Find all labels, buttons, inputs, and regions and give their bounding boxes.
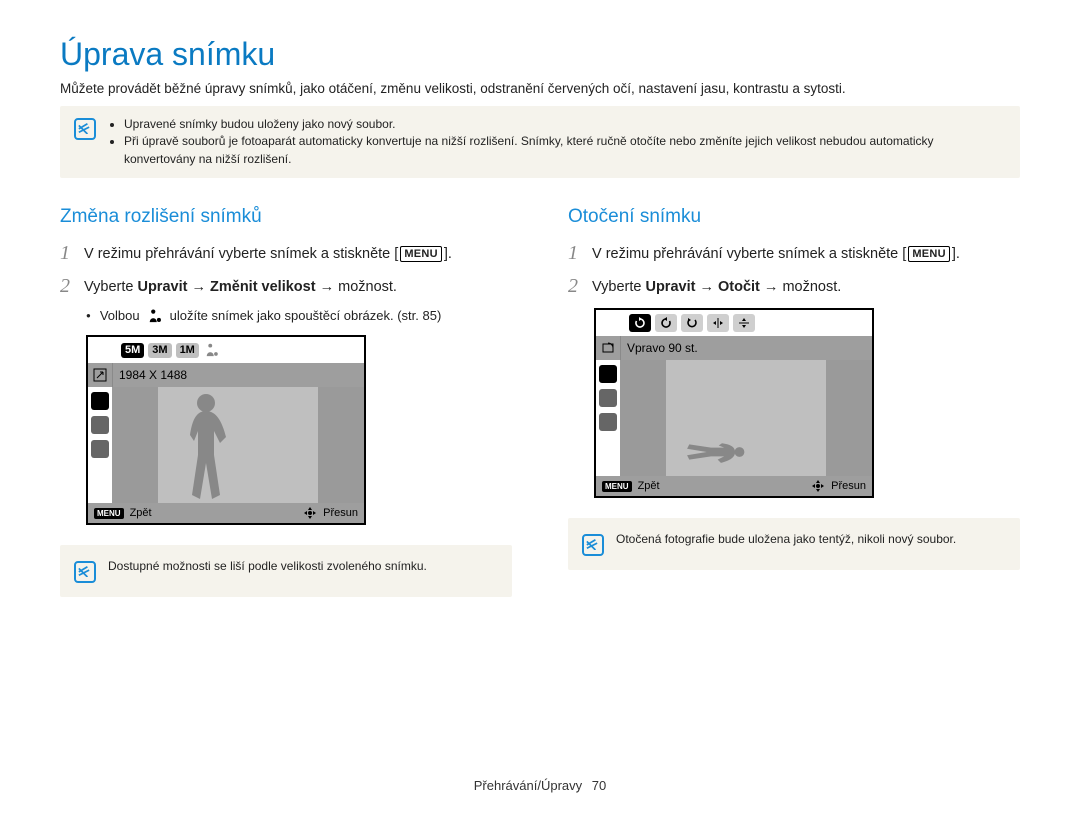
left-column: Změna rozlišení snímků 1 V režimu přehrá… <box>60 206 512 597</box>
mp-badge-3m: 3M <box>148 343 171 358</box>
menu-label-icon: MENU <box>602 481 632 492</box>
manual-page: Úprava snímku Můžete provádět běžné úpra… <box>0 0 1080 815</box>
sidebar-icon <box>91 392 109 410</box>
nav-icon <box>303 506 317 520</box>
sidebar-icon <box>599 365 617 383</box>
screen-top-row: 5M 3M 1M <box>88 337 364 363</box>
right-column: Otočení snímku 1 V režimu přehrávání vyb… <box>568 206 1020 597</box>
move-label: Přesun <box>323 507 358 519</box>
flip-vertical-icon <box>733 314 755 332</box>
rotate-mode-icon <box>596 336 620 360</box>
columns: Změna rozlišení snímků 1 V režimu přehrá… <box>60 206 1020 597</box>
screen-top-row <box>596 310 872 336</box>
sidebar-icon <box>599 413 617 431</box>
right-note-box: Otočená fotografie bude uložena jako ten… <box>568 518 1020 570</box>
screen-canvas <box>620 360 872 476</box>
step-number: 1 <box>568 242 582 265</box>
gray-zone <box>112 387 158 503</box>
sidebar-icon <box>599 389 617 407</box>
step-number: 1 <box>60 242 74 265</box>
camera-screen-rotate: Vpravo 90 st. <box>594 308 874 498</box>
screen-sidebar <box>596 360 620 476</box>
step-number: 2 <box>568 275 582 298</box>
step-2: 2 Vyberte Upravit → Otočit → možnost. <box>568 275 1020 298</box>
back-label: Zpět <box>130 507 152 519</box>
screen-sidebar <box>88 387 112 503</box>
mp-badge-1m: 1M <box>176 343 199 358</box>
rotate-180-icon <box>681 314 703 332</box>
gray-zone <box>620 360 666 476</box>
section-heading-rotate: Otočení snímku <box>568 206 1020 228</box>
rotation-text: Vpravo 90 st. <box>620 336 872 360</box>
startup-image-option-icon <box>205 343 219 357</box>
startup-image-icon <box>148 309 162 323</box>
note-text: Dostupné možnosti se liší podle velikost… <box>108 559 427 573</box>
note-item: Upravené snímky budou uloženy jako nový … <box>124 116 1006 133</box>
human-silhouette-icon <box>176 391 236 501</box>
flip-horizontal-icon <box>707 314 729 332</box>
rotate-left-90-icon <box>655 314 677 332</box>
screen-body <box>88 387 364 503</box>
intro-text: Můžete provádět běžné úpravy snímků, jak… <box>60 81 1020 96</box>
camera-screen-resize: 5M 3M 1M 1984 X 1488 <box>86 335 366 525</box>
mp-badge-5m: 5M <box>121 343 144 358</box>
top-note-list: Upravené snímky budou uloženy jako nový … <box>108 116 1006 168</box>
screen-bottom-bar: MENU Zpět Přesun <box>88 503 364 523</box>
menu-label-icon: MENU <box>94 508 124 519</box>
note-icon <box>74 561 96 583</box>
screen-info-row: Vpravo 90 st. <box>596 336 872 360</box>
sidebar-icon <box>91 440 109 458</box>
note-text: Otočená fotografie bude uložena jako ten… <box>616 532 956 546</box>
sidebar-icon <box>91 416 109 434</box>
gray-zone <box>318 387 364 503</box>
back-label: Zpět <box>638 480 660 492</box>
note-icon <box>582 534 604 556</box>
page-number: 70 <box>592 778 606 793</box>
menu-key-icon: MENU <box>908 246 950 262</box>
blank-option-icon <box>93 341 117 359</box>
top-note-box: Upravené snímky budou uloženy jako nový … <box>60 106 1020 178</box>
sub-bullet: Volbou uložíte snímek jako spouštěcí obr… <box>86 308 512 323</box>
step-1: 1 V režimu přehrávání vyberte snímek a s… <box>60 242 512 265</box>
step-text: Vyberte Upravit → Otočit → možnost. <box>592 279 841 295</box>
step-text: V režimu přehrávání vyberte snímek a sti… <box>592 246 960 262</box>
screen-info-row: 1984 X 1488 <box>88 363 364 387</box>
page-footer: Přehrávání/Úpravy 70 <box>0 778 1080 793</box>
section-heading-resize: Změna rozlišení snímků <box>60 206 512 228</box>
step-text: V režimu přehrávání vyberte snímek a sti… <box>84 246 452 262</box>
human-silhouette-rotated-icon <box>686 392 746 476</box>
screen-canvas <box>112 387 364 503</box>
rotate-right-90-icon <box>629 314 651 332</box>
resize-mode-icon <box>88 363 112 387</box>
note-icon <box>74 118 96 140</box>
gray-zone <box>826 360 872 476</box>
move-label: Přesun <box>831 480 866 492</box>
menu-key-icon: MENU <box>400 246 442 262</box>
step-number: 2 <box>60 275 74 298</box>
screen-bottom-bar: MENU Zpět Přesun <box>596 476 872 496</box>
step-2: 2 Vyberte Upravit → Změnit velikost → mo… <box>60 275 512 298</box>
screen-body <box>596 360 872 476</box>
left-note-box: Dostupné možnosti se liší podle velikost… <box>60 545 512 597</box>
footer-section: Přehrávání/Úpravy <box>474 778 582 793</box>
page-title: Úprava snímku <box>60 36 1020 73</box>
blank-option-icon <box>601 314 625 332</box>
nav-icon <box>811 479 825 493</box>
resolution-text: 1984 X 1488 <box>112 363 364 387</box>
step-1: 1 V režimu přehrávání vyberte snímek a s… <box>568 242 1020 265</box>
step-text: Vyberte Upravit → Změnit velikost → možn… <box>84 279 397 295</box>
note-item: Při úpravě souborů je fotoaparát automat… <box>124 133 1006 168</box>
